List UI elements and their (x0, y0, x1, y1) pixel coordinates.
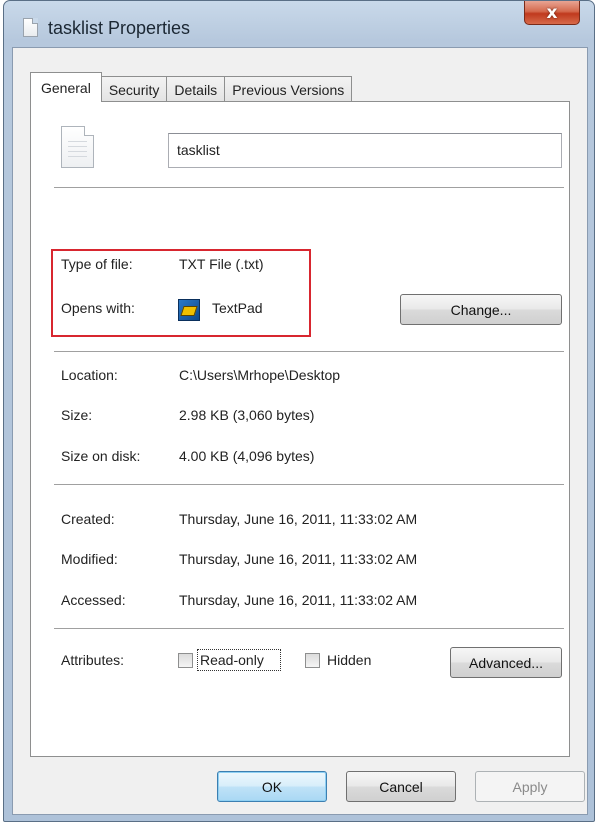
size-on-disk-value: 4.00 KB (4,096 bytes) (179, 448, 315, 464)
size-on-disk-label: Size on disk: (61, 448, 141, 464)
advanced-button[interactable]: Advanced... (450, 647, 562, 678)
cancel-button[interactable]: Cancel (346, 771, 456, 802)
text-file-icon (23, 18, 38, 37)
read-only-label[interactable]: Read-only (200, 652, 264, 668)
hidden-checkbox[interactable] (305, 653, 320, 668)
textpad-app-icon (178, 299, 200, 321)
separator (54, 628, 564, 630)
modified-value: Thursday, June 16, 2011, 11:33:02 AM (179, 551, 418, 567)
tab-general[interactable]: General (30, 72, 102, 102)
tab-security[interactable]: Security (100, 76, 168, 102)
read-only-checkbox[interactable] (178, 653, 193, 668)
advanced-button-label: Advanced... (469, 654, 543, 671)
ok-button-label: OK (261, 778, 283, 795)
dialog-client-area: General Security Details Previous Versio… (12, 47, 588, 815)
cancel-button-label: Cancel (379, 778, 423, 795)
opens-with-value: TextPad (212, 300, 263, 316)
title-bar[interactable]: tasklist Properties x (4, 1, 594, 47)
created-label: Created: (61, 511, 115, 527)
type-of-file-label: Type of file: (61, 256, 133, 272)
window-title: tasklist Properties (48, 18, 191, 38)
created-value: Thursday, June 16, 2011, 11:33:02 AM (179, 511, 418, 527)
hidden-label[interactable]: Hidden (327, 652, 371, 668)
apply-button-label: Apply (512, 778, 548, 795)
general-tab-panel: tasklist Type of file: TXT File (.txt) O… (30, 101, 570, 757)
opens-with-label: Opens with: (61, 300, 135, 316)
separator (54, 484, 564, 486)
properties-window: tasklist Properties x General Security D… (3, 0, 595, 822)
type-of-file-value: TXT File (.txt) (179, 256, 264, 272)
size-label: Size: (61, 407, 93, 423)
location-label: Location: (61, 367, 118, 383)
ok-button[interactable]: OK (217, 771, 327, 802)
modified-label: Modified: (61, 551, 118, 567)
location-value: C:\Users\Mrhope\Desktop (179, 367, 341, 383)
close-icon: x (546, 2, 558, 23)
close-button[interactable]: x (524, 1, 580, 25)
change-button-label: Change... (450, 301, 512, 318)
apply-button[interactable]: Apply (475, 771, 585, 802)
file-name-field[interactable]: tasklist (168, 133, 562, 168)
accessed-label: Accessed: (61, 592, 126, 608)
size-value: 2.98 KB (3,060 bytes) (179, 407, 315, 423)
separator (54, 351, 564, 353)
accessed-value: Thursday, June 16, 2011, 11:33:02 AM (179, 592, 418, 608)
change-button[interactable]: Change... (400, 294, 562, 325)
tab-details[interactable]: Details (166, 76, 226, 102)
separator (54, 187, 564, 189)
attributes-label: Attributes: (61, 652, 125, 668)
tab-previous-versions[interactable]: Previous Versions (224, 76, 353, 102)
text-document-icon (61, 126, 94, 168)
tab-strip: General Security Details Previous Versio… (30, 72, 353, 102)
